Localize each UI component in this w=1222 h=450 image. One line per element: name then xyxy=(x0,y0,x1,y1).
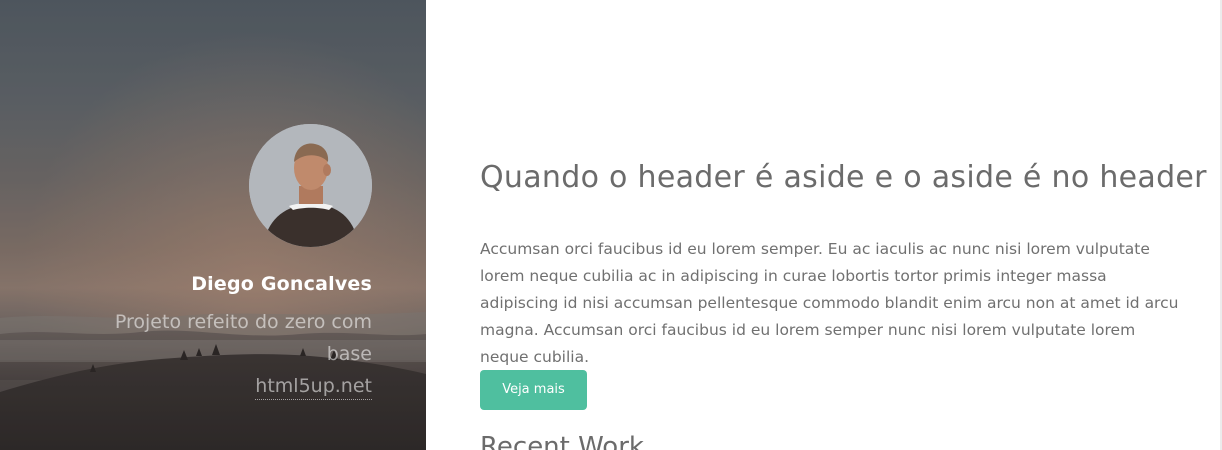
page-title: Quando o header é aside e o aside é no h… xyxy=(480,160,1207,195)
profile-tagline: Projeto refeito do zero com base html5up… xyxy=(72,306,372,402)
avatar xyxy=(249,124,372,247)
profile-link[interactable]: html5up.net xyxy=(255,375,372,400)
page: Diego Goncalves Projeto refeito do zero … xyxy=(0,0,1222,450)
main-content: Quando o header é aside e o aside é no h… xyxy=(426,0,1222,450)
sidebar-header: Diego Goncalves Projeto refeito do zero … xyxy=(0,0,426,450)
profile-name: Diego Goncalves xyxy=(191,273,372,295)
profile-tagline-text: Projeto refeito do zero com base xyxy=(114,311,372,365)
avatar-portrait xyxy=(249,124,372,247)
see-more-button[interactable]: Veja mais xyxy=(480,370,587,410)
recent-work-heading: Recent Work xyxy=(480,432,644,450)
intro-paragraph: Accumsan orci faucibus id eu lorem sempe… xyxy=(480,240,1179,366)
